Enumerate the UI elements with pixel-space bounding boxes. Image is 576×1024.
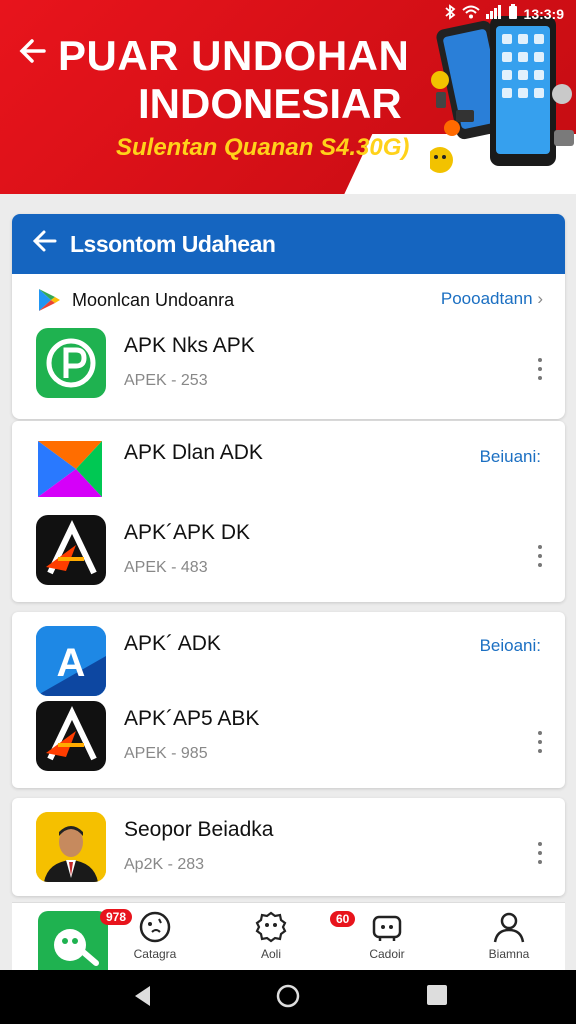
nav-label: Catagra — [133, 947, 177, 961]
gear-face-icon — [255, 911, 287, 943]
download-link[interactable]: Beioani: — [480, 636, 541, 656]
back-icon[interactable] — [132, 984, 154, 1013]
bottom-navigation: Catagra 978 Aoli 60 Cadoir Biamna — [12, 902, 565, 973]
see-more-link[interactable]: Poooadtann › — [441, 289, 543, 309]
section-title: Lssontom Udahean — [70, 230, 276, 257]
blue-a-icon: A — [36, 626, 106, 696]
see-more-label: Poooadtann — [440, 289, 533, 308]
app-list-item[interactable]: Seopor Beiadka Ap2K - 283 — [36, 812, 543, 884]
app-list-item[interactable]: A APK´ ADK — [36, 626, 541, 698]
app-name: APK´AP5 ABK — [124, 707, 260, 730]
nav-tab-aoli[interactable]: Aoli — [226, 909, 316, 961]
status-bar: 13:3:9 — [444, 4, 564, 23]
nav-label: Biamna — [488, 947, 530, 961]
signal-icon — [485, 5, 502, 22]
banner-subtitle: Sulentan Quanan S4.30G) — [116, 134, 410, 161]
banner-title-line2: INDONESIAR — [138, 80, 402, 127]
app-group-card: Seopor Beiadka Ap2K - 283 — [12, 798, 565, 896]
nav-label: Aoli — [260, 947, 281, 961]
recent-apps-icon[interactable] — [426, 984, 448, 1011]
more-options-icon[interactable] — [537, 842, 543, 864]
play-triangle-icon — [36, 435, 106, 505]
back-arrow-icon[interactable] — [18, 36, 48, 75]
person-icon — [493, 912, 525, 943]
nav-label: Cadoir — [369, 947, 405, 961]
phone-illustration-icon — [430, 16, 574, 173]
app-meta: Ap2K - 283 — [124, 856, 205, 873]
banner-title: PUAR UNDOHAN — [58, 32, 410, 79]
home-icon[interactable] — [276, 984, 300, 1013]
battery-icon — [508, 4, 518, 23]
app-meta: APEK - 985 — [124, 745, 208, 762]
app-list-item[interactable]: APK´APK DK APEK - 483 — [36, 515, 543, 587]
subheader-label: Moonlcan Undoanra — [72, 289, 235, 310]
app-name: APK´ ADK — [124, 632, 221, 655]
app-list-item[interactable]: APK´AP5 ABK APEK - 985 — [36, 701, 543, 773]
black-a-icon — [36, 701, 106, 771]
nav-tab-cadoir[interactable]: Cadoir — [342, 909, 432, 961]
promo-banner[interactable]: 13:3:9 PUAR UNDOHAN INDONESIAR Sulentan … — [0, 0, 576, 194]
floating-app-icon[interactable] — [38, 911, 108, 973]
section-subheader[interactable]: Moonlcan Undoanra Poooadtann › — [12, 274, 565, 326]
system-navigation-bar — [0, 970, 576, 1024]
app-name: APK Dlan ADK — [124, 441, 263, 464]
green-p-icon — [36, 328, 106, 398]
app-meta: APEK - 253 — [124, 372, 208, 389]
download-link[interactable]: Beiuani: — [480, 447, 541, 467]
section-back-icon[interactable] — [32, 228, 58, 261]
notification-badge: 978 — [100, 909, 133, 925]
chevron-right-icon: › — [537, 289, 543, 308]
person-photo-icon — [36, 812, 106, 882]
hand-icon — [139, 911, 171, 943]
app-meta: APEK - 483 — [124, 559, 208, 576]
app-list-item[interactable]: APK Dlan ADK — [36, 435, 541, 507]
play-store-icon — [39, 289, 60, 311]
more-options-icon[interactable] — [537, 545, 543, 567]
app-section-card: Lssontom Udahean Moonlcan Undoanra Poooa… — [12, 214, 565, 419]
bag-icon — [372, 915, 402, 941]
more-options-icon[interactable] — [537, 731, 543, 753]
svg-text:A: A — [57, 641, 86, 685]
section-header: Lssontom Udahean — [12, 214, 565, 274]
app-name: APK´APK DK — [124, 521, 251, 544]
bluetooth-icon — [444, 4, 456, 23]
black-a-icon — [36, 515, 106, 585]
more-options-icon[interactable] — [537, 358, 543, 380]
nav-tab-biamna[interactable]: Biamna — [464, 909, 554, 961]
app-name: APK Nks APK — [124, 334, 255, 357]
app-group-card: A APK´ ADK Beioani: APK´AP5 ABK APEK - 9… — [12, 612, 565, 788]
status-time: 13:3:9 — [523, 5, 564, 22]
wifi-icon — [461, 5, 480, 22]
app-name: Seopor Beiadka — [124, 818, 274, 841]
app-list-item[interactable]: APK Nks APK APEK - 253 — [36, 328, 543, 400]
app-group-card: APK Dlan ADK Beiuani: APK´APK DK APEK - … — [12, 421, 565, 602]
